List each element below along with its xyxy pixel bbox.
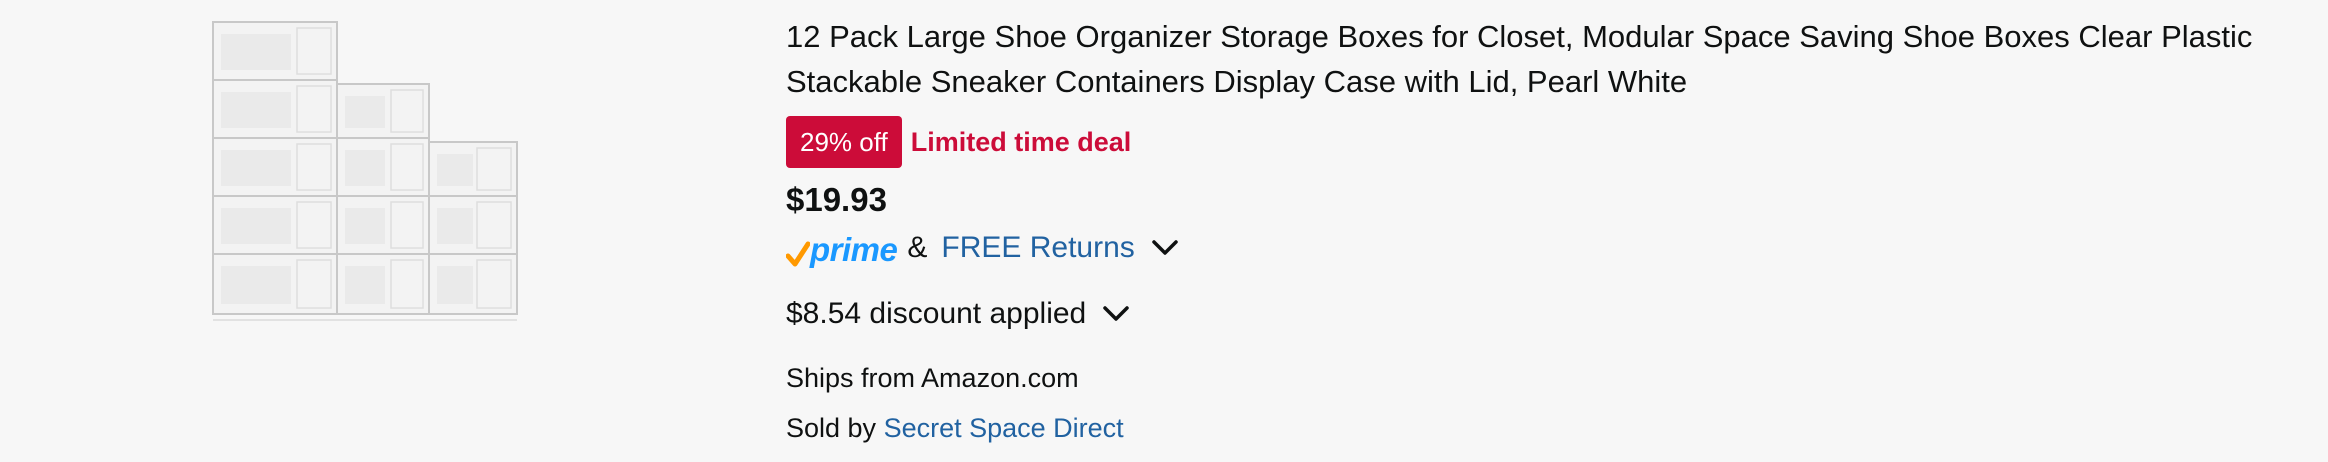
product-info: 12 Pack Large Shoe Organizer Storage Box… (786, 14, 2316, 446)
product-image[interactable] (205, 18, 525, 330)
prime-check-icon (786, 241, 810, 267)
chevron-down-icon[interactable] (1102, 305, 1130, 323)
discount-text: $8.54 discount applied (786, 297, 1087, 330)
price: $19.93 (786, 181, 887, 218)
ampersand: & (907, 231, 928, 264)
deal-row: 29% off Limited time deal (786, 116, 2316, 168)
deal-badge: 29% off (786, 116, 902, 168)
deal-label: Limited time deal (910, 126, 1132, 157)
free-returns-link[interactable]: FREE Returns (941, 231, 1134, 265)
seller-link[interactable]: Secret Space Direct (884, 413, 1124, 443)
chevron-down-icon[interactable] (1151, 239, 1179, 257)
product-title[interactable]: 12 Pack Large Shoe Organizer Storage Box… (786, 14, 2306, 104)
sold-by: Sold by Secret Space Direct (786, 410, 2316, 446)
prime-logo: prime (786, 226, 898, 270)
sold-by-prefix: Sold by (786, 413, 877, 443)
ships-from: Ships from Amazon.com (786, 363, 1079, 393)
prime-row: prime & FREE Returns (786, 226, 2316, 270)
prime-label: prime (810, 231, 898, 268)
discount-row[interactable]: $8.54 discount applied (786, 292, 2316, 336)
